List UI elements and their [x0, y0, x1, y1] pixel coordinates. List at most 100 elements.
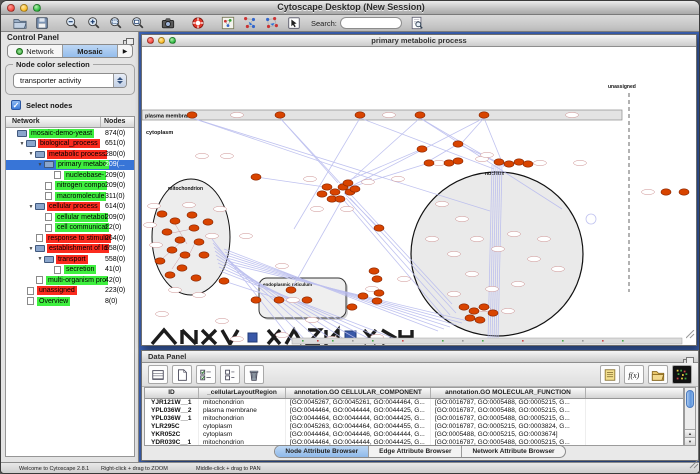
attribute-table-header[interactable]: ID_cellularLayoutRegionannotation.GO CEL…: [145, 388, 683, 399]
select-attributes-icon[interactable]: [148, 365, 168, 384]
tree-column-nodes: Nodes: [104, 118, 125, 125]
create-attribute-icon[interactable]: [172, 365, 192, 384]
resize-grip-icon[interactable]: [689, 456, 699, 474]
tree-row-label: response to stimulu: [46, 234, 111, 243]
column-header[interactable]: annotation.GO MOLECULAR_FUNCTION: [431, 388, 586, 398]
svg-text:plasma membrane: plasma membrane: [145, 114, 193, 120]
main-toolbar: Search: ▼: [1, 15, 700, 32]
data-panel-titlebar[interactable]: Data Panel: [142, 351, 698, 363]
unselect-attributes-icon[interactable]: [220, 365, 240, 384]
table-row[interactable]: YPL036W__1mitochondrion[GO:0044464, GO:0…: [145, 415, 683, 423]
snapshot-icon[interactable]: [157, 16, 179, 31]
annotation-icon[interactable]: [283, 16, 305, 31]
function-builder-icon[interactable]: f(x): [624, 365, 644, 384]
zoom-selected-region-icon[interactable]: [105, 16, 127, 31]
tab-network[interactable]: Network: [8, 45, 63, 57]
tree-row[interactable]: response to stimulu264(0): [6, 233, 134, 244]
network-view-window[interactable]: primary metabolic process plasma membran…: [141, 34, 697, 346]
tab-edge-attribute-browser[interactable]: Edge Attribute Browser: [369, 446, 462, 457]
disclosure-triangle-icon[interactable]: ▼: [36, 256, 44, 262]
disclosure-triangle-icon[interactable]: ▼: [27, 151, 35, 157]
tab-mosaic[interactable]: Mosaic: [63, 45, 118, 57]
search-settings-icon[interactable]: [406, 16, 428, 31]
tree-row[interactable]: Overview8(0): [6, 296, 134, 307]
tree-row[interactable]: ▼biological_process651(0): [6, 139, 134, 150]
file-icon: [27, 287, 34, 295]
table-cell: cytoplasm: [199, 431, 286, 439]
tree-row[interactable]: nucleobase-209(0): [6, 170, 134, 181]
vizmapper-icon[interactable]: [217, 16, 239, 31]
data-panel-window[interactable]: Data Panel f(x) ID_cellularLayoutRegiona…: [141, 350, 699, 461]
save-session-icon[interactable]: [31, 16, 53, 31]
network-tree: Network Nodes mosaic-demo-yeast874(0)▼bi…: [5, 116, 135, 457]
disclosure-triangle-icon[interactable]: ▼: [27, 204, 35, 210]
table-row[interactable]: YLR295Ccytoplasm[GO:0045263, GO:0044464,…: [145, 423, 683, 431]
svg-text:f(x): f(x): [628, 371, 639, 380]
zoom-out-icon[interactable]: [61, 16, 83, 31]
resize-grip-icon[interactable]: [686, 326, 695, 344]
network-view-titlebar[interactable]: primary metabolic process: [142, 35, 696, 47]
zoom-to-fit-icon[interactable]: [127, 16, 149, 31]
tab-overflow-arrow[interactable]: ▶: [118, 45, 132, 57]
column-header[interactable]: _cellularLayoutRegion: [199, 388, 286, 398]
window-titlebar[interactable]: Cytoscape Desktop (New Session): [1, 1, 700, 15]
table-row[interactable]: YJR121W__1mitochondrion[GO:0045267, GO:0…: [145, 399, 683, 407]
tree-row[interactable]: mosaic-demo-yeast874(0): [6, 128, 134, 139]
table-scrollbar[interactable]: ▲ ▼: [684, 387, 696, 446]
scroll-down-icon[interactable]: ▼: [685, 437, 695, 445]
notepad-icon[interactable]: [600, 365, 620, 384]
help-icon[interactable]: [187, 16, 209, 31]
folder-icon: [26, 140, 36, 147]
delete-attribute-icon[interactable]: [244, 365, 264, 384]
tree-row[interactable]: ▼primary metabo209(...: [6, 160, 134, 171]
tree-column-divider[interactable]: [100, 117, 101, 127]
table-cell: YJR121W__1: [145, 399, 199, 407]
attribute-table[interactable]: ID_cellularLayoutRegionannotation.GO CEL…: [144, 387, 684, 446]
tree-row[interactable]: cell communicat22(0): [6, 223, 134, 234]
tree-row-count: 209(...: [105, 161, 125, 168]
disclosure-triangle-icon[interactable]: ▼: [36, 162, 44, 168]
disclosure-triangle-icon[interactable]: ▼: [27, 246, 35, 252]
tree-row[interactable]: unassigned223(0): [6, 286, 134, 297]
table-row[interactable]: YPL036W__2plasma membrane[GO:0044464, GO…: [145, 407, 683, 415]
attribute-checklist-icon[interactable]: [196, 365, 216, 384]
heatmap-icon[interactable]: [672, 365, 692, 384]
tree-row-count: 42(0): [105, 277, 121, 284]
column-header[interactable]: annotation.GO CELLULAR_COMPONENT: [286, 388, 431, 398]
file-icon: [36, 276, 43, 284]
network-canvas[interactable]: plasma membrane cytoplasm mitochondrion …: [142, 47, 696, 345]
tab-node-attribute-browser[interactable]: Node Attribute Browser: [275, 446, 369, 457]
tree-row[interactable]: ▼cellular process614(0): [6, 202, 134, 213]
layout-2-icon[interactable]: [261, 16, 283, 31]
scroll-up-icon[interactable]: ▲: [685, 429, 695, 437]
scrollbar-thumb[interactable]: [686, 390, 694, 408]
tab-mosaic-label: Mosaic: [77, 47, 102, 56]
import-attributes-icon[interactable]: [648, 365, 668, 384]
tree-row[interactable]: cellular metabol209(0): [6, 212, 134, 223]
select-nodes-label: Select nodes: [26, 101, 72, 110]
network-graph[interactable]: plasma membrane cytoplasm mitochondrion …: [142, 47, 696, 345]
region-plasma-membrane: plasma membrane: [142, 110, 622, 120]
tree-row[interactable]: macromolecule311(0): [6, 191, 134, 202]
column-header[interactable]: ID: [145, 388, 199, 398]
layout-1-icon[interactable]: [239, 16, 261, 31]
combobox-stepper-icon[interactable]: [113, 74, 126, 87]
tree-row[interactable]: multi-organism pro42(0): [6, 275, 134, 286]
tree-row[interactable]: ▼establishment of lo558(0): [6, 244, 134, 255]
open-session-icon[interactable]: [9, 16, 31, 31]
disclosure-triangle-icon[interactable]: ▼: [18, 141, 26, 147]
select-nodes-checkbox[interactable]: ✓: [11, 100, 21, 110]
tree-row[interactable]: ▼metabolic process280(0): [6, 149, 134, 160]
table-row[interactable]: YKR052Ccytoplasm[GO:0044464, GO:0044446,…: [145, 431, 683, 439]
network-tree-header[interactable]: Network Nodes: [6, 117, 134, 128]
search-input[interactable]: [341, 18, 402, 28]
tree-row[interactable]: secretion41(0): [6, 265, 134, 276]
zoom-in-icon[interactable]: [83, 16, 105, 31]
node-color-combobox[interactable]: transporter activity: [13, 73, 127, 88]
tab-network-attribute-browser[interactable]: Network Attribute Browser: [462, 446, 564, 457]
svg-text:nucleus: nucleus: [485, 171, 504, 177]
tree-row[interactable]: nitrogen compo209(0): [6, 181, 134, 192]
tree-row[interactable]: ▼transport558(0): [6, 254, 134, 265]
folder-icon: [17, 130, 27, 137]
table-cell: YPL036W__2: [145, 407, 199, 415]
